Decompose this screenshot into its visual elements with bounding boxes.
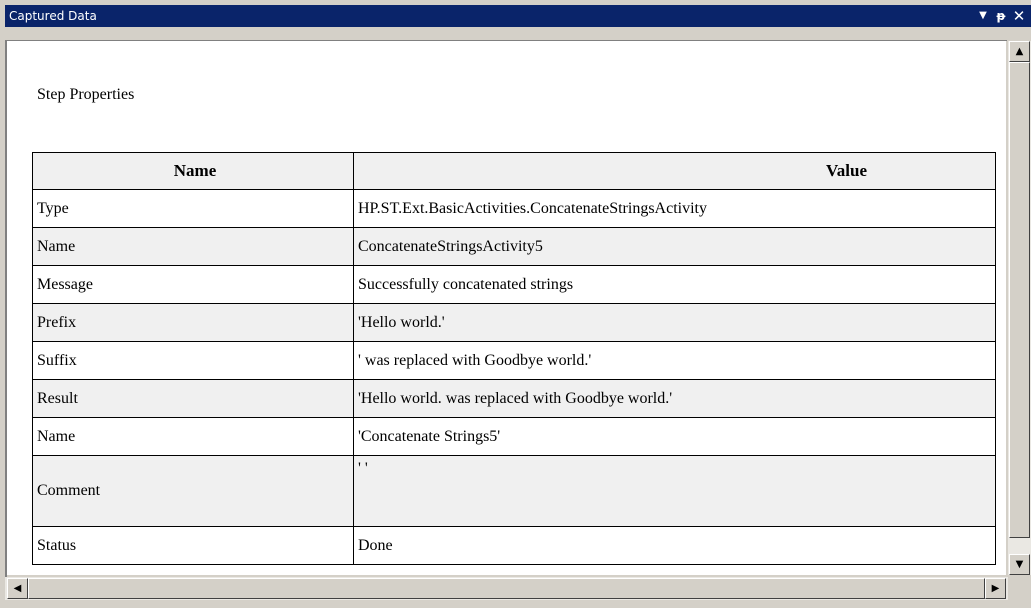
panel-titlebar[interactable]: Captured Data ▼ ᵽ ✕ xyxy=(5,5,1031,27)
property-value: ' was replaced with Goodbye world.' xyxy=(353,341,996,380)
property-value: Successfully concatenated strings xyxy=(353,265,996,304)
section-heading: Step Properties xyxy=(37,86,135,103)
table-row: Prefix 'Hello world.' xyxy=(32,303,996,342)
captured-data-content: Step Properties Name Value Type HP.ST.Ex… xyxy=(7,41,1006,575)
step-properties-table: Name Value Type HP.ST.Ext.BasicActivitie… xyxy=(32,152,996,565)
horizontal-scrollbar[interactable]: ◀ ▶ xyxy=(5,577,1008,600)
scroll-up-icon[interactable]: ▲ xyxy=(1009,41,1030,62)
property-value: 'Hello world. was replaced with Goodbye … xyxy=(353,379,996,418)
table-row: Suffix ' was replaced with Goodbye world… xyxy=(32,341,996,380)
property-name: Comment xyxy=(32,455,354,527)
property-value: Done xyxy=(353,526,996,565)
property-name: Name xyxy=(32,417,354,456)
vertical-scrollbar[interactable]: ▲ ▼ xyxy=(1008,41,1031,575)
property-name: Type xyxy=(32,189,354,228)
property-value: ' ' xyxy=(353,455,996,527)
dropdown-icon[interactable]: ▼ xyxy=(975,5,991,27)
scroll-left-icon[interactable]: ◀ xyxy=(7,578,28,599)
table-row: Message Successfully concatenated string… xyxy=(32,265,996,304)
property-name: Suffix xyxy=(32,341,354,380)
property-value: HP.ST.Ext.BasicActivities.ConcatenateStr… xyxy=(353,189,996,228)
property-name: Message xyxy=(32,265,354,304)
property-value: 'Concatenate Strings5' xyxy=(353,417,996,456)
column-header-value[interactable]: Value xyxy=(353,152,996,190)
pin-icon[interactable]: ᵽ xyxy=(993,5,1009,27)
vertical-scroll-thumb[interactable] xyxy=(1009,62,1030,538)
scroll-down-icon[interactable]: ▼ xyxy=(1009,554,1030,575)
property-name: Prefix xyxy=(32,303,354,342)
table-row: Name 'Concatenate Strings5' xyxy=(32,417,996,456)
scroll-right-icon[interactable]: ▶ xyxy=(985,578,1006,599)
horizontal-scroll-thumb[interactable] xyxy=(28,578,985,599)
close-icon[interactable]: ✕ xyxy=(1011,5,1027,27)
table-row: Type HP.ST.Ext.BasicActivities.Concatena… xyxy=(32,189,996,228)
column-header-name[interactable]: Name xyxy=(32,152,354,190)
property-name: Name xyxy=(32,227,354,266)
table-row: Name ConcatenateStringsActivity5 xyxy=(32,227,996,266)
property-value: ConcatenateStringsActivity5 xyxy=(353,227,996,266)
property-name: Status xyxy=(32,526,354,565)
captured-data-panel: Captured Data ▼ ᵽ ✕ Step Properties Name… xyxy=(0,0,1031,608)
property-name: Result xyxy=(32,379,354,418)
scrollbar-corner xyxy=(1008,577,1031,608)
table-row: Status Done xyxy=(32,526,996,565)
panel-title: Captured Data xyxy=(9,9,97,23)
table-row: Comment ' ' xyxy=(32,455,996,527)
table-row: Result 'Hello world. was replaced with G… xyxy=(32,379,996,418)
table-header-row: Name Value xyxy=(32,152,996,190)
property-value: 'Hello world.' xyxy=(353,303,996,342)
